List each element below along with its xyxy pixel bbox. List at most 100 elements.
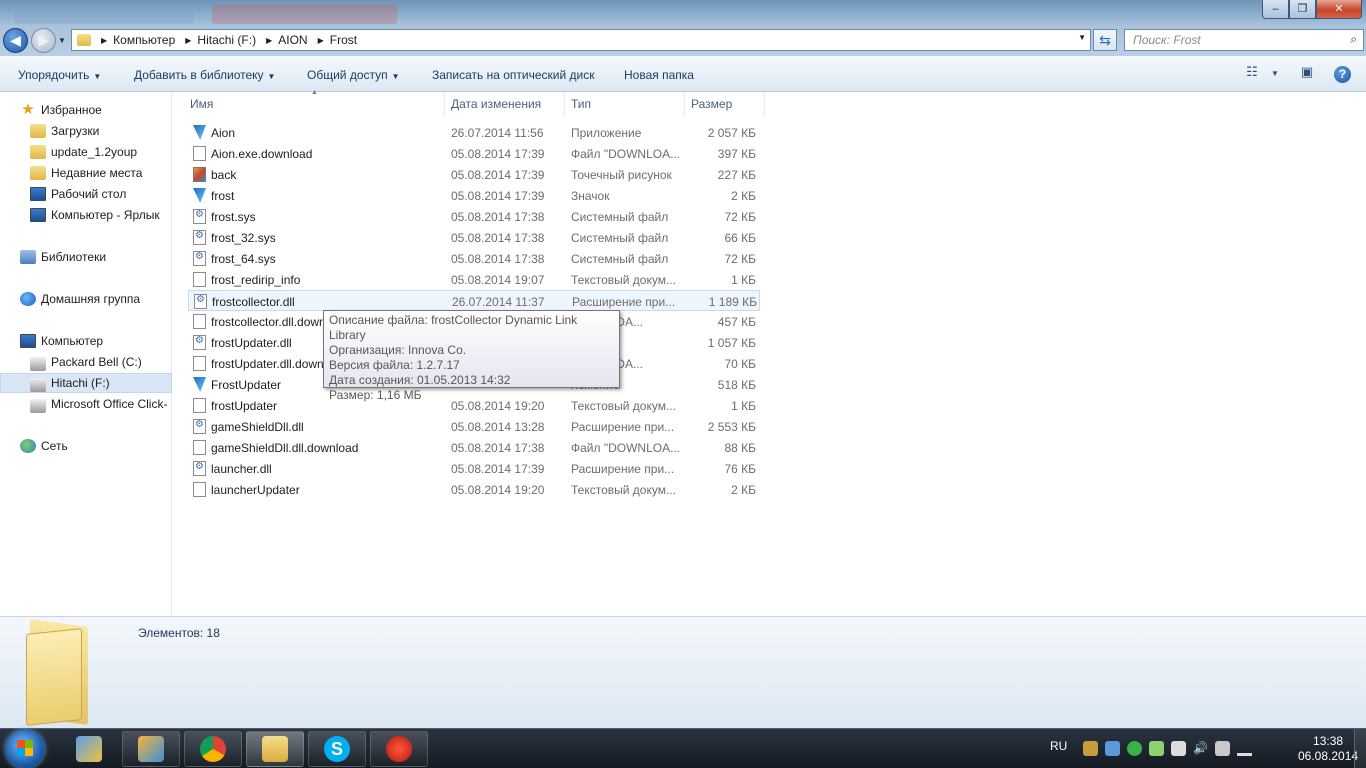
file-type: Расширение при... <box>571 420 675 434</box>
volume-icon[interactable]: 🔊 <box>1193 741 1208 756</box>
file-date: 05.08.2014 17:38 <box>451 210 545 224</box>
system-tray: 🔊 <box>1083 741 1252 756</box>
sidebar-item-downloads[interactable]: Загрузки <box>0 121 172 141</box>
new-folder-button[interactable]: Новая папка <box>624 68 694 82</box>
sidebar-item-network[interactable]: Сеть <box>0 436 172 456</box>
file-row[interactable]: frostcollector.dll 26.07.2014 11:37 Расшир… <box>188 290 760 311</box>
address-bar[interactable]: ▶ Компьютер ▶ Hitachi (F:) ▶ AION ▶ Fros… <box>71 29 1091 51</box>
sidebar-item-label: Компьютер <box>41 334 104 348</box>
tray-app-icon[interactable] <box>1127 741 1142 756</box>
sidebar-item-libraries[interactable]: Библиотеки <box>0 247 172 267</box>
file-row[interactable]: frost_32.sys 05.08.2014 17:38 Системный фа… <box>188 227 760 248</box>
maximize-button[interactable]: ❐ <box>1289 0 1316 19</box>
sidebar-item-update-folder[interactable]: update_1.2youp <box>0 142 172 162</box>
burn-button[interactable]: Записать на оптический диск <box>432 68 595 82</box>
file-type: Файл "DOWNLOA... <box>571 441 681 455</box>
share-button[interactable]: Общий доступ ▼ <box>307 68 400 82</box>
sidebar-item-desktop[interactable]: Рабочий стол <box>0 184 172 204</box>
breadcrumb-separator-icon[interactable]: ▶ <box>318 36 324 45</box>
sort-ascending-icon: ▲ <box>311 89 318 96</box>
signal-icon[interactable] <box>1237 741 1252 756</box>
sidebar-item-recent-places[interactable]: Недавние места <box>0 163 172 183</box>
system-file-icon <box>193 419 206 434</box>
start-button[interactable] <box>6 730 44 768</box>
action-center-icon[interactable] <box>1149 741 1164 756</box>
clock-time: 13:38 <box>1313 734 1344 748</box>
file-date: 05.08.2014 17:39 <box>451 462 545 476</box>
column-header-size[interactable]: Размер <box>685 92 765 116</box>
search-input[interactable]: Поиск: Frost ⌕ <box>1124 29 1364 51</box>
file-type: Текстовый докум... <box>571 483 676 497</box>
breadcrumb-separator-icon[interactable]: ▶ <box>101 36 107 45</box>
breadcrumb-separator-icon[interactable]: ▶ <box>266 36 272 45</box>
recent-pages-dropdown[interactable]: ▼ <box>58 36 66 45</box>
sidebar-item-computer-shortcut[interactable]: Компьютер - Ярлык <box>0 205 172 225</box>
minimize-button[interactable]: – <box>1262 0 1289 19</box>
system-file-icon <box>193 335 206 350</box>
taskbar-app-skype[interactable]: S <box>308 731 366 767</box>
sidebar-item-label: Избранное <box>41 103 102 117</box>
file-size: 66 КБ <box>724 231 756 245</box>
taskbar-app-explorer[interactable] <box>246 731 304 767</box>
close-button[interactable]: ✕ <box>1316 0 1362 19</box>
taskbar-app-media-player[interactable] <box>122 731 180 767</box>
chevron-down-icon[interactable]: ▼ <box>1264 64 1286 84</box>
network-status-icon[interactable] <box>1215 741 1230 756</box>
clock[interactable]: 13:38 06.08.2014 <box>1298 734 1358 764</box>
background-tab <box>14 4 194 24</box>
file-row[interactable]: frost.sys 05.08.2014 17:38 Системный файл 7… <box>188 206 760 227</box>
view-options-icon[interactable]: ☷ <box>1241 64 1263 84</box>
sidebar-item-label: Загрузки <box>51 124 100 138</box>
media-player-icon <box>138 736 164 762</box>
file-type: Точечный рисунок <box>571 168 672 182</box>
sidebar-item-drive-c[interactable]: Packard Bell (C:) <box>0 352 172 372</box>
file-row[interactable]: frost_64.sys 05.08.2014 17:38 Системный фа… <box>188 248 760 269</box>
file-row[interactable]: Aion 26.07.2014 11:56 Приложение 2 057 КБ <box>188 122 760 143</box>
file-row[interactable]: back 05.08.2014 17:39 Точечный рисунок 227 … <box>188 164 760 185</box>
language-indicator[interactable]: RU <box>1050 739 1067 753</box>
refresh-button[interactable]: ⇆ <box>1093 29 1117 51</box>
file-row[interactable]: gameShieldDll.dll 05.08.2014 13:28 Расшире… <box>188 416 760 437</box>
sidebar-item-homegroup[interactable]: Домашняя группа <box>0 289 172 309</box>
address-dropdown-icon[interactable]: ▼ <box>1078 33 1086 42</box>
file-row[interactable]: launcher.dll 05.08.2014 17:39 Расширение п… <box>188 458 760 479</box>
file-row[interactable]: Aion.exe.download 05.08.2014 17:39 Файл "D… <box>188 143 760 164</box>
system-file-icon <box>193 230 206 245</box>
file-row[interactable]: gameShieldDll.dll.download 05.08.2014 17:… <box>188 437 760 458</box>
help-icon[interactable]: ? <box>1334 66 1351 83</box>
star-icon: ★ <box>21 101 35 118</box>
file-date: 05.08.2014 17:38 <box>451 231 545 245</box>
show-desktop-button[interactable] <box>1354 729 1366 768</box>
safely-remove-icon[interactable] <box>1171 741 1186 756</box>
sidebar-item-label: Microsoft Office Click- <box>51 397 168 411</box>
column-header-date[interactable]: Дата изменения <box>445 92 565 116</box>
sidebar-item-computer[interactable]: Компьютер <box>0 331 172 351</box>
sidebar-item-office-drive[interactable]: Microsoft Office Click- <box>0 394 172 414</box>
preview-pane-icon[interactable]: ▣ <box>1296 64 1318 84</box>
breadcrumb-item[interactable]: AION <box>278 33 307 47</box>
tray-app-icon[interactable] <box>1083 741 1098 756</box>
file-row[interactable]: frost 05.08.2014 17:39 Значок 2 КБ <box>188 185 760 206</box>
sidebar-item-favorites[interactable]: ★ Избранное <box>0 100 172 120</box>
breadcrumb-item[interactable]: Компьютер <box>113 33 175 47</box>
file-row[interactable]: frost_redirip_info 05.08.2014 19:07 Тексто… <box>188 269 760 290</box>
breadcrumb-item[interactable]: Frost <box>330 33 357 47</box>
taskbar-app-ccleaner[interactable] <box>370 731 428 767</box>
system-file-icon <box>193 209 206 224</box>
file-size: 72 КБ <box>724 210 756 224</box>
column-header-type[interactable]: Тип <box>565 92 685 116</box>
breadcrumb-separator-icon[interactable]: ▶ <box>185 36 191 45</box>
file-size: 2 КБ <box>731 189 756 203</box>
tray-app-icon[interactable] <box>1105 741 1120 756</box>
file-row[interactable]: launcherUpdater 05.08.2014 19:20 Текстовый… <box>188 479 760 500</box>
libraries-icon <box>20 250 36 264</box>
organize-button[interactable]: Упорядочить ▼ <box>18 68 101 82</box>
sidebar-item-drive-f[interactable]: Hitachi (F:) <box>0 373 172 393</box>
file-name: frost.sys <box>211 210 256 224</box>
forward-button[interactable]: ▶ <box>31 28 56 53</box>
breadcrumb-item[interactable]: Hitachi (F:) <box>197 33 256 47</box>
back-button[interactable]: ◀ <box>3 28 28 53</box>
taskbar-app-tools[interactable] <box>60 731 118 767</box>
add-to-library-button[interactable]: Добавить в библиотеку ▼ <box>134 68 275 82</box>
taskbar-app-chrome[interactable] <box>184 731 242 767</box>
